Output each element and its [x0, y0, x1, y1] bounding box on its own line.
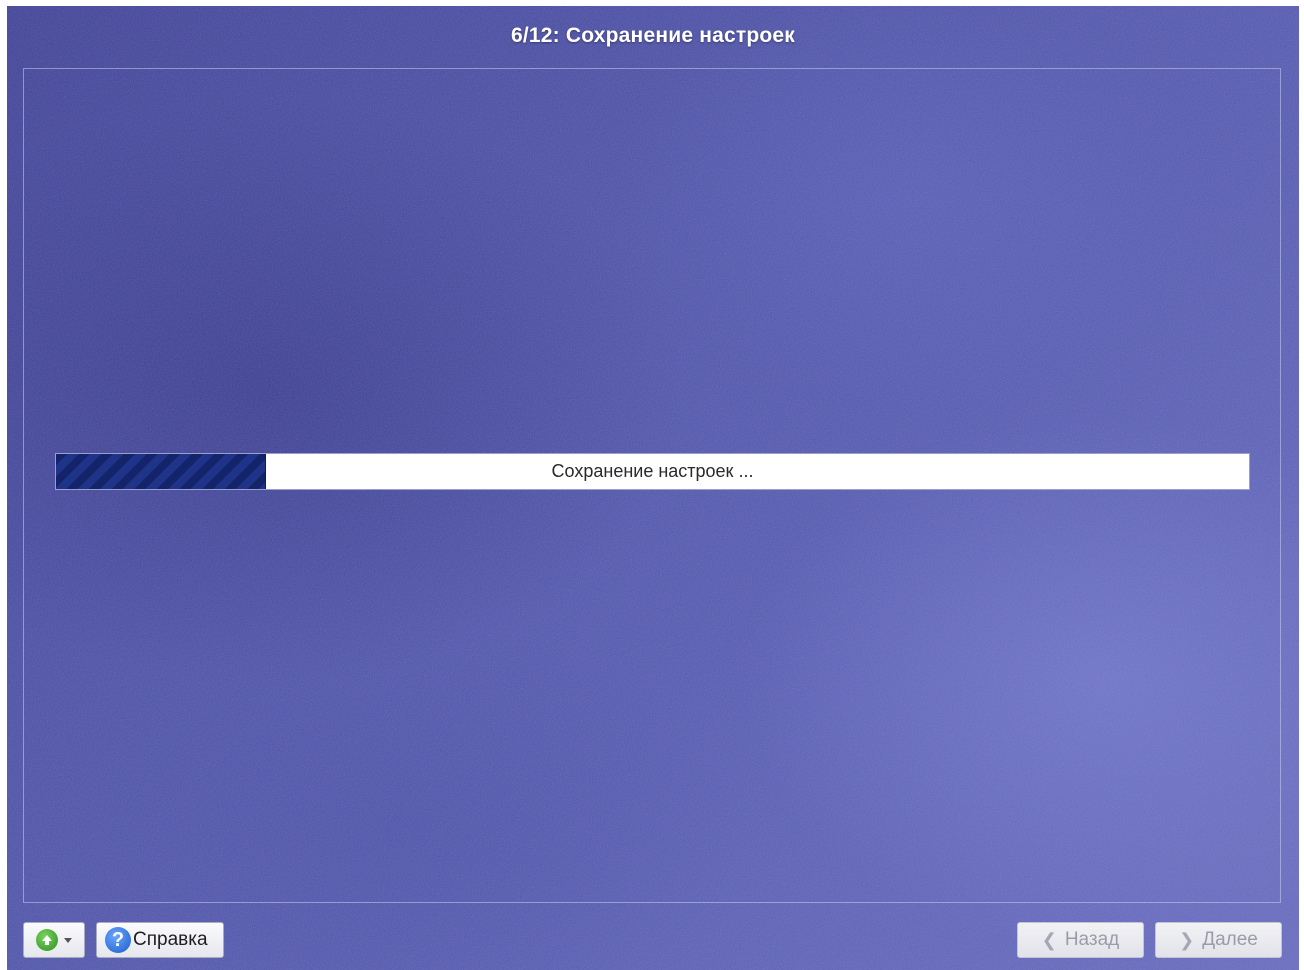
progress-bar: Сохранение настроек ... [55, 453, 1250, 490]
next-button[interactable]: ❯ Далее [1155, 922, 1282, 958]
next-button-label: Далее [1202, 929, 1258, 950]
progress-label: Сохранение настроек ... [551, 461, 754, 481]
up-arrow-icon [36, 929, 58, 951]
chevron-right-icon: ❯ [1179, 929, 1195, 950]
back-button[interactable]: ❮ Назад [1017, 922, 1144, 958]
help-button[interactable]: ? Справка [96, 922, 224, 958]
help-icon: ? [105, 927, 131, 953]
page-title: 6/12: Сохранение настроек [511, 24, 795, 47]
help-button-label: Справка [133, 929, 208, 950]
installer-screen: 6/12: Сохранение настроек Сохранение нас… [7, 6, 1299, 970]
back-button-label: Назад [1064, 929, 1120, 950]
chevron-left-icon: ❮ [1041, 929, 1057, 950]
up-menu-button[interactable] [23, 922, 85, 958]
chevron-down-icon [64, 937, 72, 943]
